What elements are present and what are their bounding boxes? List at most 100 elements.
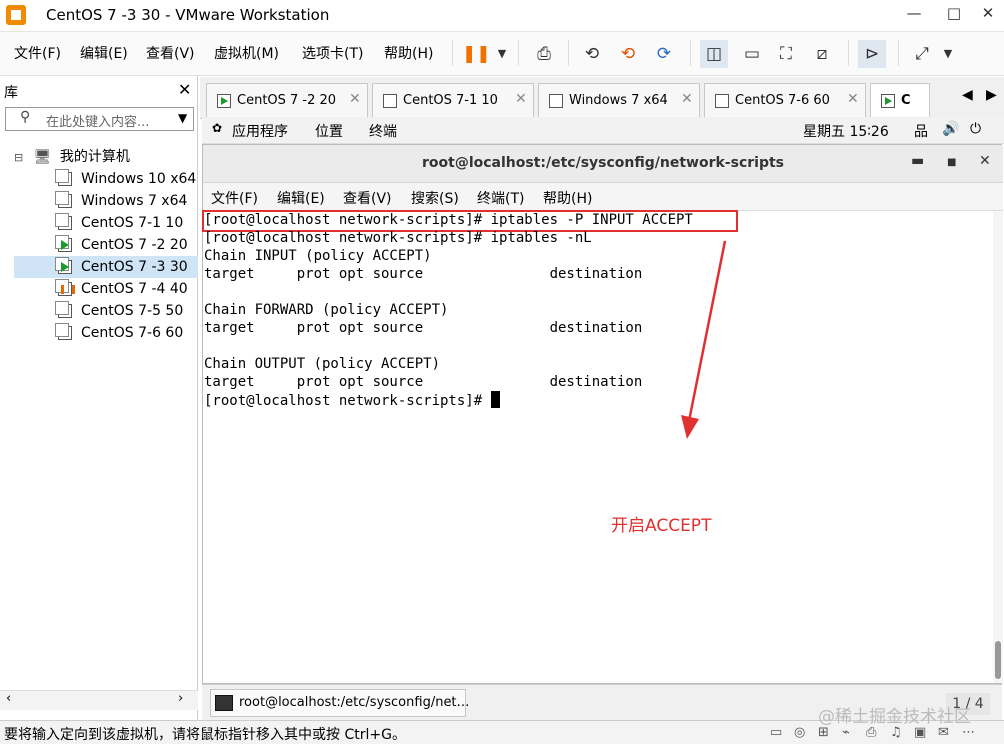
tab-centos-7-3-active[interactable]: C [870, 83, 930, 117]
tree-vm-item[interactable]: CentOS 7-6 60 [14, 322, 198, 344]
maximize-button[interactable]: □ [944, 4, 964, 26]
guest-clock[interactable]: 星期五 15∶26 [803, 121, 889, 141]
menu-tabs[interactable]: 选项卡(T) [302, 43, 363, 63]
unity-icon[interactable]: ⧄ [808, 40, 836, 68]
fullscreen-icon[interactable]: ⛶ [772, 40, 800, 68]
power-icon[interactable]: ⏻ [970, 121, 981, 137]
taskbar-terminal-item[interactable]: root@localhost:/etc/sysconfig/net… [210, 689, 470, 717]
terminal-maximize-button[interactable]: ■ [947, 157, 956, 168]
network-adapter-icon[interactable]: ⊞ [818, 725, 829, 740]
menu-help[interactable]: 帮助(H) [384, 43, 433, 63]
terminal-line: target prot opt source destination [204, 320, 643, 336]
usb-icon[interactable]: ⌁ [842, 725, 850, 740]
terminal-menu-search[interactable]: 搜索(S) [411, 188, 459, 208]
terminal-close-button[interactable]: ✕ [979, 153, 991, 169]
guest-top-bar: ✿ 应用程序 位置 终端 星期五 15∶26 品 🔊 ⏻ [202, 118, 1004, 144]
tab-centos-7-1[interactable]: CentOS 7-1 10 ✕ [372, 83, 534, 117]
guest-terminal-menu[interactable]: 终端 [369, 121, 397, 141]
scroll-right-icon[interactable]: › [178, 691, 183, 706]
terminal-scroll-thumb[interactable] [995, 641, 1001, 679]
tree-vm-label: CentOS 7 -3 30 [81, 259, 188, 275]
volume-icon[interactable]: 🔊 [942, 121, 959, 137]
scroll-left-icon[interactable]: ‹ [6, 691, 11, 706]
vm-running-icon [217, 94, 231, 108]
terminal-menu-terminal[interactable]: 终端(T) [477, 188, 524, 208]
tab-centos-7-2[interactable]: CentOS 7 -2 20 ✕ [206, 83, 368, 117]
terminal-output[interactable]: [root@localhost network-scripts]# iptabl… [202, 210, 993, 683]
library-view-icon[interactable]: ◫ [700, 40, 728, 68]
chevron-down-icon[interactable]: ▼ [934, 40, 962, 68]
terminal-menu-file[interactable]: 文件(F) [211, 188, 258, 208]
close-icon[interactable]: ✕ [349, 91, 361, 107]
close-button[interactable]: ✕ [978, 4, 998, 26]
network-icon[interactable]: 品 [914, 121, 928, 141]
revert-snapshot-icon[interactable]: ⟲ [614, 40, 642, 68]
annotation-label: 开启ACCEPT [611, 516, 712, 536]
tree-vm-item[interactable]: CentOS 7 -2 20 [14, 234, 198, 256]
tab-windows-7[interactable]: Windows 7 x64 ✕ [538, 83, 700, 117]
computer-icon: 🖥 [33, 149, 52, 165]
collapse-icon[interactable]: ⊟ [14, 151, 23, 164]
vm-icon [383, 94, 397, 108]
terminal-window: root@localhost:/etc/sysconfig/network-sc… [202, 144, 1003, 684]
tree-vm-item[interactable]: Windows 10 x64 [14, 168, 198, 190]
vm-tab-strip: CentOS 7 -2 20 ✕ CentOS 7-1 10 ✕ Windows… [200, 77, 1004, 119]
menu-file[interactable]: 文件(F) [14, 43, 61, 63]
printer-icon[interactable]: ⎙ [866, 725, 876, 740]
terminal-menu-bar: 文件(F) 编辑(E) 查看(V) 搜索(S) 终端(T) 帮助(H) [203, 183, 1003, 211]
minimize-button[interactable]: — [904, 4, 924, 26]
stretch-icon[interactable]: ⤢ [908, 40, 936, 68]
tree-root[interactable]: ⊟ 🖥 我的计算机 [14, 146, 198, 168]
settings-icon[interactable]: ⋯ [962, 725, 975, 740]
menu-vm[interactable]: 虚拟机(M) [214, 43, 279, 63]
close-icon[interactable]: ✕ [681, 91, 693, 107]
tree-vm-item[interactable]: CentOS 7 -3 30 [14, 256, 198, 278]
console-view-icon[interactable]: ▭ [738, 40, 766, 68]
snapshot-icon[interactable]: ⟲ [578, 40, 606, 68]
tree-vm-label: CentOS 7 -4 40 [81, 281, 188, 297]
terminal-minimize-button[interactable]: ▬ [911, 153, 924, 169]
tree-vm-item[interactable]: CentOS 7 -4 40 [14, 278, 198, 300]
library-close-button[interactable]: ✕ [178, 80, 191, 99]
cdrom-icon[interactable]: ◎ [794, 725, 805, 740]
library-scrollbar[interactable]: ‹ › [0, 690, 198, 710]
vm-icon [55, 213, 72, 230]
terminal-menu-view[interactable]: 查看(V) [343, 188, 392, 208]
close-icon[interactable]: ✕ [515, 91, 527, 107]
terminal-line: target prot opt source destination [204, 374, 643, 390]
tab-scroll-left-icon[interactable]: ◀ [962, 87, 973, 103]
menu-view[interactable]: 查看(V) [146, 43, 195, 63]
terminal-scrollbar[interactable] [993, 211, 1003, 683]
guest-places-menu[interactable]: 位置 [315, 121, 343, 141]
chevron-down-icon[interactable]: ▼ [178, 111, 187, 125]
tab-label: CentOS 7 -2 20 [237, 93, 337, 108]
terminal-prompt-line: [root@localhost network-scripts]# [204, 391, 500, 410]
display-icon[interactable]: ▣ [914, 725, 926, 740]
toolbar-separator [898, 40, 899, 66]
close-icon[interactable]: ✕ [847, 91, 859, 107]
tab-centos-7-6[interactable]: CentOS 7-6 60 ✕ [704, 83, 866, 117]
menu-edit[interactable]: 编辑(E) [80, 43, 128, 63]
pause-icon[interactable]: ❚❚ [462, 40, 491, 68]
tab-scroll-right-icon[interactable]: ▶ [986, 87, 997, 103]
tree-vm-label: Windows 10 x64 [81, 171, 197, 187]
watermark: @稀土掘金技术社区 [818, 707, 971, 727]
vm-running-icon [55, 257, 72, 274]
library-search-input[interactable]: ⚲ 在此处键入内容... ▼ [5, 107, 194, 131]
tree-vm-item[interactable]: CentOS 7-5 50 [14, 300, 198, 322]
vm-icon [715, 94, 729, 108]
message-icon[interactable]: ✉ [938, 725, 949, 740]
tree-vm-item[interactable]: CentOS 7-1 10 [14, 212, 198, 234]
chevron-down-icon[interactable]: ▼ [488, 40, 516, 68]
guest-applications-menu[interactable]: 应用程序 [232, 121, 288, 141]
terminal-icon[interactable]: ⊳ [858, 40, 886, 68]
library-title: 库 [4, 85, 18, 101]
snapshot-manager-icon[interactable]: ⟳ [650, 40, 678, 68]
terminal-line: Chain OUTPUT (policy ACCEPT) [204, 356, 441, 372]
tree-vm-item[interactable]: Windows 7 x64 [14, 190, 198, 212]
sound-icon[interactable]: ♫ [890, 725, 902, 740]
terminal-menu-edit[interactable]: 编辑(E) [277, 188, 325, 208]
hdd-icon[interactable]: ▭ [770, 725, 782, 740]
send-keys-icon[interactable]: ⎙ [530, 40, 558, 68]
terminal-menu-help[interactable]: 帮助(H) [543, 188, 592, 208]
